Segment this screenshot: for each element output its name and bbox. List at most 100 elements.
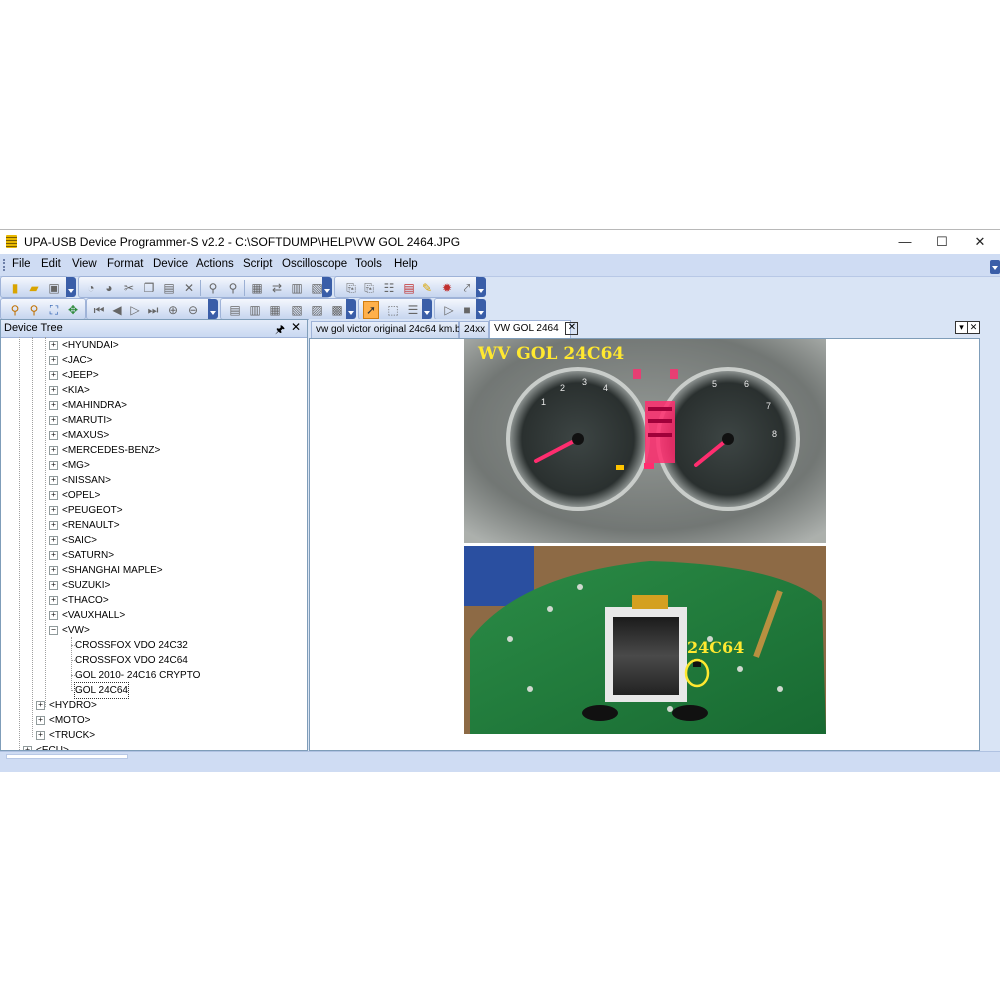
read-device-icon[interactable]: ⎘ [343, 280, 359, 296]
expand-icon[interactable]: + [36, 715, 45, 725]
tree-item[interactable]: GOL 24C64 [71, 682, 129, 699]
first-icon[interactable]: ⏮ [91, 302, 107, 318]
tree-item[interactable]: − <VW> [49, 623, 90, 638]
expand-icon[interactable]: + [49, 415, 58, 425]
debug-icon[interactable]: ✹ [439, 280, 455, 296]
collapse-icon[interactable]: − [49, 625, 58, 635]
notes-icon[interactable]: ✎ [419, 280, 435, 296]
move-icon[interactable]: ✥ [65, 302, 81, 318]
menu-device[interactable]: Device [153, 258, 188, 270]
expand-icon[interactable]: + [49, 550, 58, 560]
script-icon[interactable]: ▤ [401, 280, 417, 296]
redo-icon[interactable]: ◕ [101, 280, 117, 296]
tree-item[interactable]: GOL 2010- 24C16 CRYPTO [71, 668, 200, 683]
tree-item[interactable]: + <ECU> [23, 743, 69, 750]
write-device-icon[interactable]: ⎘ [361, 280, 377, 296]
toolbar-navigation-options[interactable] [208, 299, 218, 319]
menu-grip[interactable] [3, 259, 7, 271]
minimize-button[interactable]: — [890, 232, 920, 252]
tab-24xx[interactable]: 24xx [459, 321, 489, 338]
last-icon[interactable]: ⏭ [145, 302, 161, 318]
tree-item[interactable]: + <PEUGEOT> [49, 503, 123, 518]
expand-icon[interactable]: + [49, 430, 58, 440]
toolbar-edit-options[interactable] [322, 277, 332, 297]
expand-icon[interactable]: + [49, 520, 58, 530]
tree-item[interactable]: + <MOTO> [36, 713, 91, 728]
tree-item[interactable]: + <THACO> [49, 593, 109, 608]
fit-icon[interactable]: ⛶ [46, 302, 62, 318]
expand-icon[interactable]: + [49, 340, 58, 350]
new-file-icon[interactable]: ▮ [7, 280, 23, 296]
tree-item[interactable]: + <JAC> [49, 353, 93, 368]
align-center-icon[interactable]: ▥ [247, 302, 263, 318]
remove-icon[interactable]: ⊖ [185, 302, 201, 318]
expand-icon[interactable]: + [49, 460, 58, 470]
delete-icon[interactable]: ✕ [181, 280, 197, 296]
zoom-out-icon[interactable]: ⚲ [26, 302, 42, 318]
panel-close-icon[interactable]: ✕ [291, 320, 301, 334]
tree-item[interactable]: + <SUZUKI> [49, 578, 110, 593]
toolbar-run-options[interactable] [476, 299, 486, 319]
run-icon[interactable]: ▷ [441, 302, 457, 318]
find-next-icon[interactable]: ⚲ [225, 280, 241, 296]
toolbar-format-options[interactable] [346, 299, 356, 319]
expand-icon[interactable]: + [49, 385, 58, 395]
expand-icon[interactable]: + [23, 745, 32, 750]
expand-icon[interactable]: + [36, 700, 45, 710]
expand-icon[interactable]: + [36, 730, 45, 740]
fill-icon[interactable]: ▦ [249, 280, 265, 296]
region-select-icon[interactable]: ⬚ [385, 302, 401, 318]
toolbar-file-options[interactable] [66, 277, 76, 297]
expand-icon[interactable]: + [49, 490, 58, 500]
table-icon[interactable]: ▩ [329, 302, 345, 318]
expand-icon[interactable]: + [49, 400, 58, 410]
tree-item[interactable]: CROSSFOX VDO 24C32 [71, 638, 188, 653]
toolbar-device-options[interactable] [476, 277, 486, 297]
add-icon[interactable]: ⊕ [165, 302, 181, 318]
tree-item[interactable]: + <TRUCK> [36, 728, 95, 743]
expand-icon[interactable]: + [49, 475, 58, 485]
layout-icon[interactable]: ▧ [289, 302, 305, 318]
hand-tool-icon[interactable]: ☰ [405, 302, 421, 318]
menu-format[interactable]: Format [107, 258, 143, 270]
tree-item[interactable]: + <VAUXHALL> [49, 608, 125, 623]
tree-item[interactable]: + <OPEL> [49, 488, 100, 503]
expand-icon[interactable]: + [49, 580, 58, 590]
close-tab-icon[interactable]: ✕ [565, 321, 579, 335]
menu-overflow-button[interactable] [990, 260, 1000, 274]
tree-item[interactable]: CROSSFOX VDO 24C64 [71, 653, 188, 668]
tree-item[interactable]: + <MERCEDES-BENZ> [49, 443, 160, 458]
verify-device-icon[interactable]: ☷ [381, 280, 397, 296]
menu-oscilloscope[interactable]: Oscilloscope [282, 258, 347, 270]
play-icon[interactable]: ▷ [127, 302, 143, 318]
menu-edit[interactable]: Edit [41, 258, 61, 270]
expand-icon[interactable]: + [49, 445, 58, 455]
toolbar-select-options[interactable] [422, 299, 432, 319]
tree-item[interactable]: + <MARUTI> [49, 413, 112, 428]
previous-icon[interactable]: ◀ [109, 302, 125, 318]
tree-item[interactable]: + <HYDRO> [36, 698, 97, 713]
menu-script[interactable]: Script [243, 258, 272, 270]
close-button[interactable]: ✕ [965, 232, 995, 252]
compare-icon[interactable]: ⇄ [269, 280, 285, 296]
checksum-icon[interactable]: ▥ [289, 280, 305, 296]
expand-icon[interactable]: + [49, 610, 58, 620]
tree-item[interactable]: + <SAIC> [49, 533, 97, 548]
maximize-button[interactable]: ☐ [927, 232, 957, 252]
open-file-icon[interactable]: ▰ [26, 280, 42, 296]
tree-item[interactable]: + <MAHINDRA> [49, 398, 127, 413]
find-icon[interactable]: ⚲ [205, 280, 221, 296]
grid-icon[interactable]: ▨ [309, 302, 325, 318]
tree-item[interactable]: + <MG> [49, 458, 90, 473]
expand-icon[interactable]: + [49, 595, 58, 605]
copy-icon[interactable]: ❐ [141, 280, 157, 296]
bottom-panel-tab[interactable] [6, 754, 128, 759]
paste-icon[interactable]: ▤ [161, 280, 177, 296]
tree-item[interactable]: + <KIA> [49, 383, 90, 398]
menu-tools[interactable]: Tools [355, 258, 382, 270]
menu-file[interactable]: File [12, 258, 31, 270]
cut-icon[interactable]: ✂ [121, 280, 137, 296]
expand-icon[interactable]: + [49, 355, 58, 365]
tree-item[interactable]: + <SHANGHAI MAPLE> [49, 563, 163, 578]
expand-icon[interactable]: + [49, 505, 58, 515]
